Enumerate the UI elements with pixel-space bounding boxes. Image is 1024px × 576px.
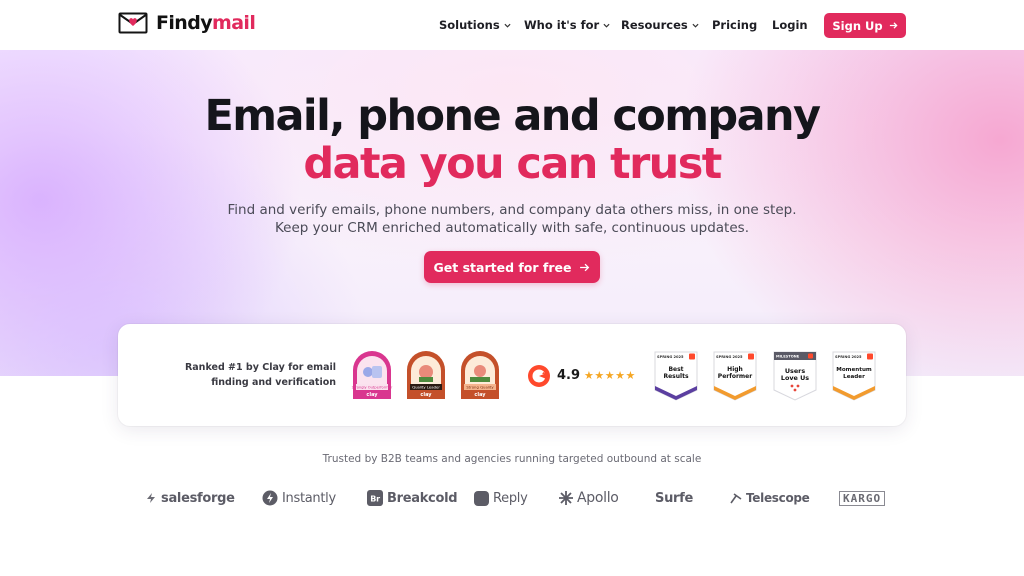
nav-solutions-label: Solutions (439, 18, 500, 32)
breakcold-logo-text: Breakcold (387, 490, 458, 506)
telescope-logo: Telescope (730, 487, 810, 509)
salesforge-mark-icon (147, 493, 155, 503)
hero-headline-line2: data you can trust (303, 139, 722, 189)
apollo-logo-text: Apollo (577, 490, 619, 506)
g2-badge-momentum-leader: SPRING 2025 Momentum Leader (832, 351, 876, 401)
hero-headline-line1: Email, phone and company (204, 91, 822, 141)
customer-logo-strip: salesforge Instantly Br Breakcold Reply … (0, 487, 1024, 509)
hero-headline: Email, phone and company data you can tr… (0, 92, 1024, 188)
clay-badge-quality-leader: Quality Leader clay (407, 351, 445, 399)
hero-subtitle: Find and verify emails, phone numbers, a… (0, 201, 1024, 237)
chevron-down-icon (504, 23, 511, 28)
nav-pricing[interactable]: Pricing (712, 18, 757, 32)
nav-login-label: Login (772, 18, 808, 32)
apollo-logo: Apollo (559, 487, 619, 509)
svg-text:2: 2 (542, 369, 546, 376)
get-started-label: Get started for free (433, 259, 572, 275)
sign-up-button[interactable]: Sign Up (824, 13, 906, 38)
svg-text:clay: clay (366, 392, 378, 398)
g2-badge-high-performer: SPRING 2025 High Performer (713, 351, 757, 401)
nav-resources[interactable]: Resources (621, 18, 699, 32)
surfe-logo-text: Surfe (655, 490, 694, 506)
top-navigation: Findymail Solutions Who it's for Resourc… (0, 0, 1024, 50)
sign-up-label: Sign Up (832, 18, 883, 33)
arrow-right-icon (580, 263, 590, 271)
g2-badge-line2: Performer (718, 373, 752, 380)
hero-subtitle-line2: Keep your CRM enriched automatically wit… (275, 220, 749, 236)
g2-badge-line2: Results (663, 373, 688, 380)
breakcold-logo: Br Breakcold (367, 487, 458, 509)
g2-badge-best-results: SPRING 2025 Best Results (654, 351, 698, 401)
reply-logo-text: Reply (493, 490, 528, 506)
telescope-icon (730, 493, 742, 504)
reply-mark-icon (474, 490, 489, 506)
g2-badge-line1: Momentum (836, 367, 872, 373)
svg-text:Strong Quality: Strong Quality (466, 385, 494, 390)
svg-text:Quality Leader: Quality Leader (412, 385, 440, 390)
g2-season: MILESTONE (776, 355, 800, 359)
clay-badge-strongly-outperformer: Strongly Outperformer clay (352, 351, 393, 399)
clay-ranking-text: Ranked #1 by Clay for email finding and … (184, 362, 336, 388)
lightning-icon (262, 490, 278, 506)
nav-resources-label: Resources (621, 18, 688, 32)
brand-name: Findymail (156, 12, 256, 34)
reply-logo: Reply (474, 487, 528, 509)
hero-subtitle-line1: Find and verify emails, phone numbers, a… (227, 202, 797, 218)
breakcold-mark-icon: Br (367, 490, 383, 506)
g2-badge-users-love-us: MILESTONE Users Love Us (773, 351, 817, 401)
g2-season: SPRING 2025 (835, 355, 862, 359)
asterisk-icon (559, 491, 573, 505)
logo-strip-fade-left (100, 480, 130, 514)
svg-text:clay: clay (474, 392, 486, 398)
g2-badge-line1: Best (668, 366, 683, 373)
nav-solutions[interactable]: Solutions (439, 18, 511, 32)
kargo-logo-text: KARGO (839, 490, 886, 506)
svg-text:Br: Br (370, 495, 380, 504)
nav-login[interactable]: Login (772, 18, 808, 32)
trusted-by-text: Trusted by B2B teams and agencies runnin… (322, 453, 702, 465)
findymail-logo[interactable]: Findymail (118, 12, 256, 34)
g2-season: SPRING 2025 (716, 355, 743, 359)
g2-star-rating: ★★★★★ (584, 369, 636, 382)
instantly-logo-text: Instantly (282, 490, 336, 506)
g2-logo-icon: 2 (528, 365, 550, 387)
chevron-down-icon (692, 23, 699, 28)
logo-strip-fade-right (890, 480, 924, 514)
get-started-button[interactable]: Get started for free (424, 251, 600, 283)
nav-who-its-for[interactable]: Who it's for (524, 18, 610, 32)
arrow-right-icon (889, 22, 898, 29)
envelope-heart-icon (118, 12, 148, 34)
telescope-logo-text: Telescope (746, 491, 810, 505)
nav-pricing-label: Pricing (712, 18, 758, 32)
salesforge-logo-text: salesforge (161, 490, 235, 506)
surfe-logo: Surfe (655, 487, 693, 509)
kargo-logo: KARGO (839, 487, 886, 509)
chevron-down-icon (603, 23, 610, 28)
g2-badge-line2: Leader (843, 374, 865, 380)
instantly-logo: Instantly (262, 487, 336, 509)
clay-badge-strong-quality: Strong Quality clay (461, 351, 499, 399)
g2-rating-value: 4.9 (557, 368, 581, 383)
svg-text:Strongly Outperformer: Strongly Outperformer (352, 386, 393, 390)
nav-who-label: Who it's for (524, 18, 600, 32)
salesforge-logo: salesforge (145, 487, 235, 509)
svg-text:clay: clay (420, 392, 432, 398)
g2-badge-line1: High (727, 366, 743, 373)
g2-season: SPRING 2025 (657, 355, 684, 359)
g2-badge-line2: Love Us (781, 374, 809, 382)
